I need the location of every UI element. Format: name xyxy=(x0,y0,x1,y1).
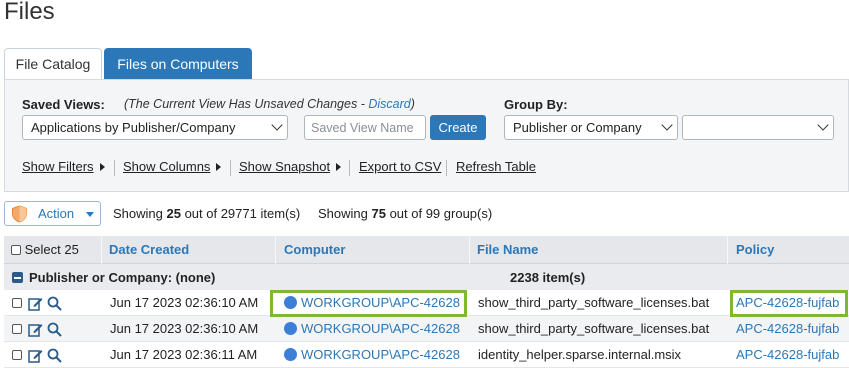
group-label: Publisher or Company: (none) xyxy=(29,270,216,285)
search-icon[interactable] xyxy=(47,348,62,363)
group-by-secondary-select[interactable] xyxy=(682,115,834,140)
computer-link[interactable]: WORKGROUP\APC-42628 xyxy=(284,347,460,362)
policy-header[interactable]: Policy xyxy=(736,236,774,264)
header-divider xyxy=(275,236,276,264)
policy-link[interactable]: APC-42628-fujfab xyxy=(736,321,839,336)
page-title: Files xyxy=(4,0,55,25)
row-checkbox[interactable] xyxy=(12,350,22,360)
group-row: Publisher or Company: (none) 2238 item(s… xyxy=(4,264,849,290)
date-created-cell: Jun 17 2023 02:36:10 AM xyxy=(110,321,259,336)
action-label: Action xyxy=(38,206,75,221)
group-count: 2238 item(s) xyxy=(510,270,586,285)
date-created-cell: Jun 17 2023 02:36:11 AM xyxy=(110,347,258,362)
saved-views-select[interactable]: Applications by Publisher/Company xyxy=(22,115,288,140)
discard-link[interactable]: Discard xyxy=(368,97,410,111)
select-all[interactable]: Select 25 xyxy=(11,236,79,264)
policy-highlight xyxy=(730,290,848,317)
computer-link[interactable]: WORKGROUP\APC-42628 xyxy=(284,321,460,336)
create-button[interactable]: Create xyxy=(430,115,486,140)
row-checkbox[interactable] xyxy=(12,324,22,334)
saved-views-value: Applications by Publisher/Company xyxy=(31,120,236,135)
status-dot-icon xyxy=(284,322,297,335)
filter-panel: Saved Views: (The Current View Has Unsav… xyxy=(4,79,849,192)
search-icon[interactable] xyxy=(47,296,62,311)
date-created-header[interactable]: Date Created xyxy=(109,236,189,264)
link-divider xyxy=(114,160,115,176)
computer-highlight xyxy=(270,290,467,317)
link-divider xyxy=(446,160,447,176)
caret-down-icon xyxy=(86,212,94,217)
show-snapshot-link[interactable]: Show Snapshot xyxy=(239,159,342,174)
status-dot-icon xyxy=(284,348,297,361)
file-name-cell: show_third_party_software_licenses.bat xyxy=(478,295,710,310)
header-divider xyxy=(469,236,470,264)
shield-icon xyxy=(12,205,27,223)
row-checkbox[interactable] xyxy=(12,298,22,308)
table-header: Select 25 Date Created Computer File Nam… xyxy=(4,236,849,264)
show-filters-link[interactable]: Show Filters xyxy=(22,159,105,174)
table-row: Jun 17 2023 02:36:10 AM WORKGROUP\APC-42… xyxy=(4,316,849,342)
show-columns-link[interactable]: Show Columns xyxy=(123,159,222,174)
header-divider xyxy=(101,236,102,264)
edit-icon[interactable] xyxy=(28,296,43,311)
caret-right-icon xyxy=(216,163,222,171)
group-by-value: Publisher or Company xyxy=(513,120,642,135)
search-icon[interactable] xyxy=(47,322,62,337)
policy-link[interactable]: APC-42628-fujfab xyxy=(736,347,839,362)
group-by-label: Group By: xyxy=(504,97,568,112)
tab-file-catalog[interactable]: File Catalog xyxy=(4,48,102,79)
chevron-down-icon xyxy=(817,119,829,131)
date-created-cell: Jun 17 2023 02:36:10 AM xyxy=(110,295,259,310)
computer-header[interactable]: Computer xyxy=(284,236,345,264)
tab-files-on-computers[interactable]: Files on Computers xyxy=(104,48,252,79)
file-name-cell: show_third_party_software_licenses.bat xyxy=(478,321,710,336)
file-name-header[interactable]: File Name xyxy=(477,236,538,264)
file-name-cell: identity_helper.sparse.internal.msix xyxy=(478,347,682,362)
items-count-text: Showing 25 out of 29771 item(s) xyxy=(113,206,301,221)
table-row: Jun 17 2023 02:36:11 AM WORKGROUP\APC-42… xyxy=(4,342,849,368)
link-divider xyxy=(349,160,350,176)
refresh-table-link[interactable]: Refresh Table xyxy=(456,159,536,174)
caret-right-icon xyxy=(336,163,342,171)
edit-icon[interactable] xyxy=(28,322,43,337)
group-by-select[interactable]: Publisher or Company xyxy=(504,115,678,140)
saved-views-label: Saved Views: xyxy=(22,97,105,112)
edit-icon[interactable] xyxy=(28,348,43,363)
link-divider xyxy=(230,160,231,176)
unsaved-changes-note: (The Current View Has Unsaved Changes - … xyxy=(124,97,415,111)
select-all-checkbox[interactable] xyxy=(11,245,21,255)
action-button[interactable]: Action xyxy=(4,201,101,226)
caret-right-icon xyxy=(99,163,105,171)
groups-count-text: Showing 75 out of 99 group(s) xyxy=(318,206,493,221)
chevron-down-icon xyxy=(661,119,673,131)
chevron-down-icon xyxy=(271,119,283,131)
saved-view-name-input[interactable] xyxy=(304,115,426,140)
collapse-icon[interactable] xyxy=(12,272,23,283)
export-csv-link[interactable]: Export to CSV xyxy=(359,159,441,174)
header-divider xyxy=(727,236,728,264)
